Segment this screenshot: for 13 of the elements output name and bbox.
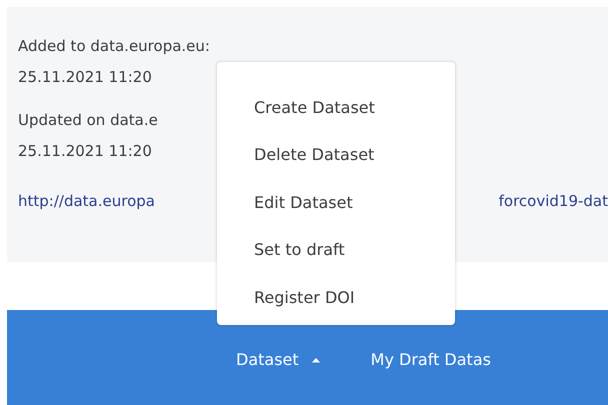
menu-item[interactable]: Edit Dataset	[217, 179, 353, 226]
updated-date: 25.11.2021 11:20	[18, 141, 152, 162]
added-label: Added to data.europa.eu:	[18, 36, 210, 57]
nav-item[interactable]: Dataset	[236, 350, 321, 369]
menu-item[interactable]: Set to draft	[217, 226, 345, 274]
dataset-link[interactable]: http://data.europa	[18, 192, 155, 210]
menu-item[interactable]: Delete Dataset	[217, 132, 374, 179]
dataset-link[interactable]: forcovid19-dat	[498, 192, 608, 210]
menu-item[interactable]: Create Dataset	[217, 84, 375, 132]
added-date: 25.11.2021 11:20	[18, 67, 152, 88]
updated-label: Updated on data.e	[18, 110, 158, 131]
menu-item[interactable]: Register DOI	[217, 274, 355, 322]
nav-item[interactable]: My Draft Datas	[370, 350, 491, 369]
